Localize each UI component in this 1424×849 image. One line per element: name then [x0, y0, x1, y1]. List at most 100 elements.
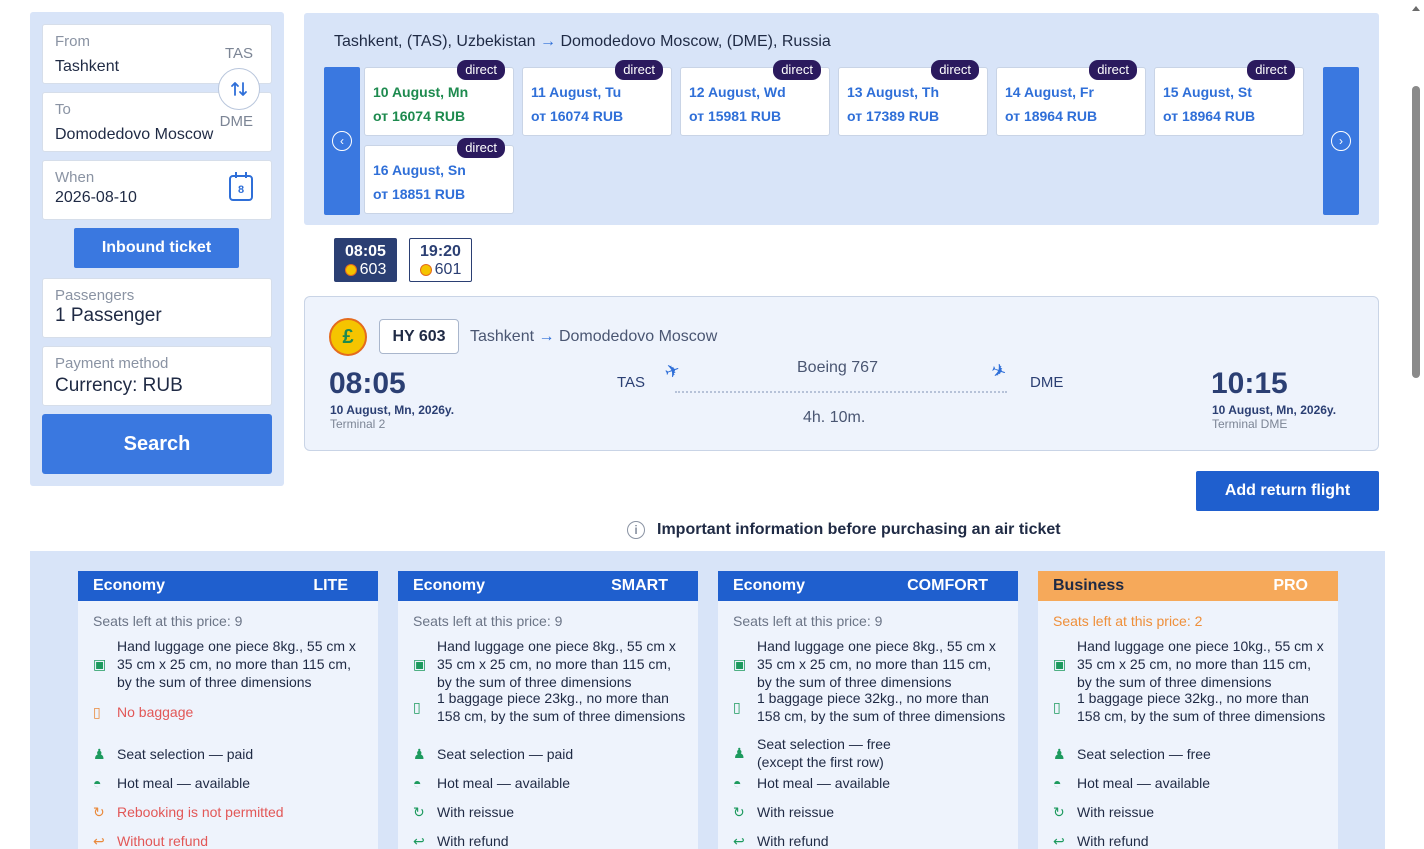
tariff-header: Economy LITE [78, 571, 378, 601]
important-info-text: Important information before purchasing … [657, 521, 1061, 538]
add-return-flight-button[interactable]: Add return flight [1196, 471, 1379, 511]
feature-baggage: ▯ 1 baggage piece 32kg., no more than 158… [733, 689, 1007, 725]
date-price: от 18964 RUB [1005, 108, 1098, 124]
flight-route-from: Tashkent [470, 328, 535, 345]
arrival-terminal: Terminal DME [1212, 417, 1288, 431]
departure-terminal: Terminal 2 [330, 417, 386, 431]
tariff-pro[interactable]: Business PRO Seats left at this price: 2 … [1038, 571, 1338, 849]
important-info-link[interactable]: i Important information before purchasin… [627, 521, 1061, 539]
date-card[interactable]: direct 11 August, Tu от 16074 RUB [522, 60, 672, 136]
refund-icon: ↩ [93, 833, 105, 849]
date-card[interactable]: direct 13 August, Th от 17389 RUB [838, 60, 988, 136]
feature-refund: ↩ Without refund [93, 832, 367, 849]
date-card[interactable]: direct 12 August, Wd от 15981 RUB [680, 60, 830, 136]
feature-reissue: ↻ With reissue [733, 803, 1007, 821]
date-card[interactable]: direct 16 August, Sn от 18851 RUB [364, 138, 514, 214]
date-price: от 16074 RUB [531, 108, 624, 124]
landing-icon: ✈ [988, 359, 1010, 384]
arrival-date: 10 August, Mn, 2026y. [1212, 403, 1337, 417]
refund-icon: ↩ [733, 833, 745, 849]
search-button[interactable]: Search [42, 414, 272, 474]
time-label: 08:05 [345, 243, 386, 260]
page-scrollbar[interactable] [1412, 86, 1420, 378]
date-label: 13 August, Th [847, 84, 940, 100]
airline-logo-icon: £ [329, 318, 367, 356]
airline-logo-icon [419, 264, 432, 276]
hand-luggage-icon: ▣ [413, 656, 427, 672]
date-price: от 17389 RUB [847, 108, 940, 124]
to-value: Domodedovo Moscow [55, 126, 214, 143]
dates-panel: Tashkent, (TAS), Uzbekistan → Domodedovo… [304, 13, 1379, 225]
tariff-header: Economy SMART [398, 571, 698, 601]
inbound-ticket-button[interactable]: Inbound ticket [74, 228, 239, 268]
direct-badge: direct [931, 60, 979, 80]
flight-route-arrow: → [538, 328, 555, 345]
passengers-label: Passengers [55, 287, 135, 304]
calendar-icon[interactable]: 8 [229, 172, 253, 201]
feature-meal: ◓ Hot meal — available [1053, 774, 1327, 792]
direct-badge: direct [773, 60, 821, 80]
departure-time: 08:05 [329, 367, 406, 400]
payment-field[interactable]: Payment method Currency: RUB [42, 346, 272, 406]
seat-icon: ♟ [1053, 746, 1066, 762]
hand-luggage-icon: ▣ [93, 656, 107, 672]
departure-airport-code: TAS [617, 374, 646, 391]
route-to: Domodedovo Moscow, (DME), Russia [560, 33, 831, 50]
feature-text: Rebooking is not permitted [117, 804, 284, 820]
passengers-field[interactable]: Passengers 1 Passenger [42, 278, 272, 338]
feature-text: With refund [1077, 833, 1149, 849]
tariff-smart[interactable]: Economy SMART Seats left at this price: 9… [398, 571, 698, 849]
date-label: 16 August, Sn [373, 162, 466, 178]
date-label: 15 August, St [1163, 84, 1252, 100]
feature-seat: ♟ Seat selection — paid [93, 745, 367, 763]
prev-dates-button[interactable]: ‹ [324, 67, 360, 215]
direct-badge: direct [457, 138, 505, 158]
payment-label: Payment method [55, 355, 169, 372]
seats-left: Seats left at this price: 9 [93, 613, 243, 629]
feature-text: Seat selection — paid [117, 746, 254, 762]
tariff-lite[interactable]: Economy LITE Seats left at this price: 9 … [78, 571, 378, 849]
feature-seat: ♟ Seat selection — free (except the first… [733, 735, 907, 771]
feature-text: Seat selection — paid [437, 746, 574, 762]
flight-card[interactable]: £ HY 603 Tashkent → Domodedovo Moscow 08… [304, 296, 1379, 451]
tariff-tier: PRO [1273, 577, 1308, 594]
seats-left: Seats left at this price: 9 [733, 613, 883, 629]
date-price: от 18851 RUB [373, 186, 466, 202]
feature-text: Hot meal — available [757, 775, 891, 791]
date-card[interactable]: direct 10 August, Mn от 16074 RUB [364, 60, 514, 136]
passengers-value: 1 Passenger [55, 305, 162, 326]
time-tab-1920[interactable]: 19:20 601 [409, 238, 472, 282]
date-card[interactable]: direct 14 August, Fr от 18964 RUB [996, 60, 1146, 136]
tariff-class: Economy [413, 577, 486, 594]
scroll-up-arrow[interactable] [1412, 6, 1420, 11]
aircraft-type: Boeing 767 [797, 359, 878, 376]
seat-icon: ♟ [733, 745, 746, 761]
to-code: DME [219, 113, 253, 130]
seat-icon: ♟ [93, 746, 106, 762]
feature-text: Hand luggage one piece 8kg., 55 cm x 35 … [437, 638, 676, 690]
feature-baggage: ▯ No baggage [93, 703, 367, 721]
feature-refund: ↩ With refund [733, 832, 1007, 849]
tariff-header: Economy COMFORT [718, 571, 1018, 601]
time-tab-0805[interactable]: 08:05 603 [334, 238, 397, 282]
tariff-comfort[interactable]: Economy COMFORT Seats left at this price:… [718, 571, 1018, 849]
feature-seat: ♟ Seat selection — free [1053, 745, 1327, 763]
feature-hand-luggage: ▣ Hand luggage one piece 8kg., 55 cm x 35… [93, 637, 367, 691]
baggage-icon: ▯ [413, 699, 421, 715]
tariff-class: Business [1053, 577, 1125, 594]
swap-cities-button[interactable] [218, 68, 260, 110]
date-label: 14 August, Fr [1005, 84, 1094, 100]
date-card[interactable]: direct 15 August, St от 18964 RUB [1154, 60, 1304, 136]
next-dates-button[interactable]: › [1323, 67, 1359, 215]
feature-text: With reissue [437, 804, 515, 820]
feature-hand-luggage: ▣ Hand luggage one piece 8kg., 55 cm x 35… [733, 637, 1007, 691]
feature-text: No baggage [117, 704, 194, 720]
date-label: 11 August, Tu [531, 84, 622, 100]
direct-badge: direct [1247, 60, 1295, 80]
reissue-icon: ↻ [413, 804, 425, 820]
date-label: 12 August, Wd [689, 84, 786, 100]
feature-text: With reissue [757, 804, 835, 820]
when-field[interactable]: When 2026-08-10 8 [42, 160, 272, 220]
feature-text: Hot meal — available [117, 775, 251, 791]
date-label: 10 August, Mn [373, 84, 469, 100]
